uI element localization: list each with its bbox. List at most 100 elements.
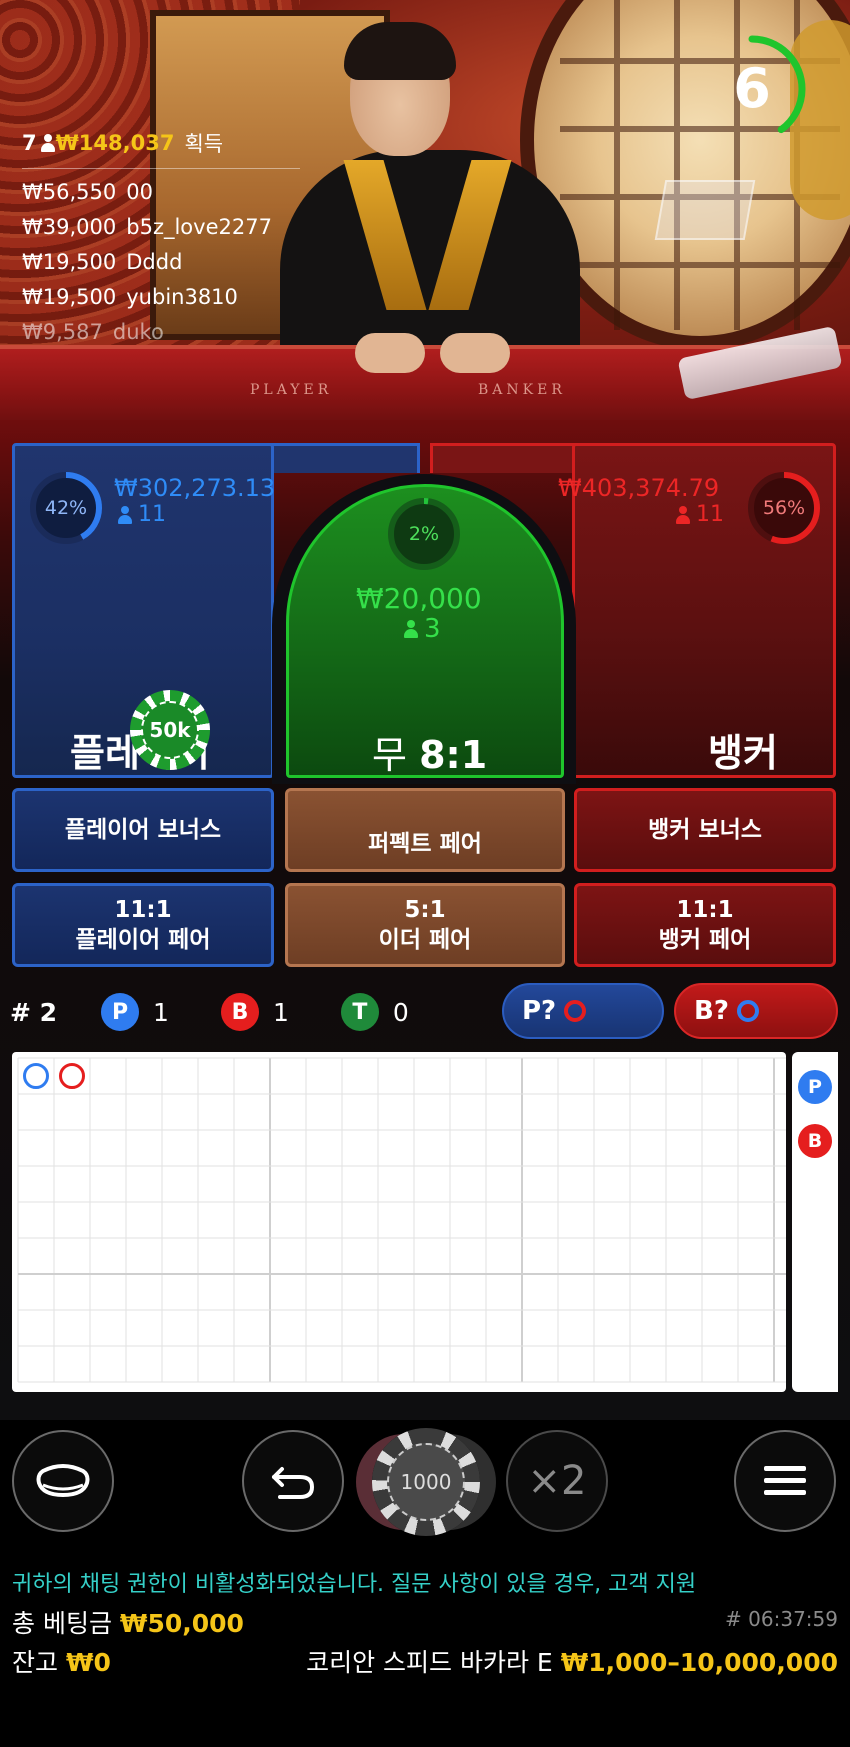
total-bet-label: 총 베팅금 xyxy=(12,1609,112,1638)
balance-label: 잔고 xyxy=(12,1648,59,1677)
winner-row: ₩56,550 00 xyxy=(22,180,302,204)
winners-header: 7 ₩148,037 획득 xyxy=(22,128,300,169)
balance: 잔고 ₩0 xyxy=(12,1643,111,1679)
tie-percent-ring: 2% xyxy=(386,496,462,572)
winner-amount: ₩56,550 xyxy=(22,180,117,204)
tie-total-amount: ₩20,000 xyxy=(356,582,482,615)
person-icon xyxy=(118,505,132,524)
winner-name: Dddd xyxy=(126,250,183,274)
winner-name: 00 xyxy=(126,180,153,204)
round-stats: # 2 P 1 B 1 T 0 xyxy=(10,990,409,1034)
card-holder xyxy=(654,180,756,240)
player-total-amount: ₩302,273.13 xyxy=(114,474,276,502)
winner-amount: ₩39,000 xyxy=(22,215,117,239)
player-win-icon: P xyxy=(101,993,140,1031)
player-circle-icon xyxy=(736,1000,759,1022)
winner-row: ₩19,500 Dddd xyxy=(22,250,302,274)
menu-button[interactable] xyxy=(734,1430,836,1532)
person-icon xyxy=(404,620,418,638)
placed-chip-value: 50k xyxy=(141,701,199,759)
winner-row: ₩39,000 b5z_love2277 xyxy=(22,215,302,239)
banker-count-value: 11 xyxy=(696,502,724,527)
winners-count: 7 xyxy=(22,131,37,155)
dealer-hand-left xyxy=(355,333,425,373)
banker-bonus-button[interactable]: 뱅커 보너스 xyxy=(574,788,836,872)
tie-bettor-count: 3 xyxy=(404,614,441,644)
double-button[interactable]: ×2 xyxy=(506,1430,608,1532)
winner-amount: ₩19,500 xyxy=(22,285,117,309)
banker-pair-odds: 11:1 xyxy=(676,897,734,923)
player-percent: 42% xyxy=(44,497,88,519)
winners-total: ₩148,037 xyxy=(55,131,175,155)
predict-banker-label: B? xyxy=(694,996,729,1026)
tie-percent: 2% xyxy=(408,523,440,545)
tie-count: 0 xyxy=(392,997,409,1027)
winners-list: 7 ₩148,037 획득 ₩56,550 00 ₩39,000 b5z_love2… xyxy=(22,128,302,344)
menu-icon xyxy=(764,1466,806,1495)
table-name: 코리안 스피드 바카라 E xyxy=(306,1648,553,1677)
winner-name: yubin3810 xyxy=(126,285,238,309)
dealer-hand-right xyxy=(440,333,510,373)
banker-percent-ring: 56% xyxy=(746,470,822,546)
undo-icon xyxy=(272,1467,315,1499)
banker-result-marker xyxy=(59,1063,85,1089)
undo-button[interactable] xyxy=(242,1430,344,1532)
player-count-value: 11 xyxy=(138,502,166,527)
tie-count-value: 3 xyxy=(424,614,441,644)
side-road[interactable]: P B xyxy=(792,1052,838,1392)
player-pair-button[interactable]: 11:1 플레이어 페어 xyxy=(12,883,274,967)
player-win-count: 1 xyxy=(153,997,169,1027)
total-bet: 총 베팅금 ₩50,000 xyxy=(12,1604,244,1640)
bead-road[interactable] xyxy=(12,1052,786,1392)
tie-label-text: 무 xyxy=(372,733,407,777)
either-pair-label: 이더 페어 xyxy=(378,927,472,953)
perfect-pair-label: 퍼펙트 페어 xyxy=(368,831,482,857)
predict-banker-button[interactable]: B? xyxy=(674,983,838,1039)
either-pair-button[interactable]: 5:1 이더 페어 xyxy=(285,883,565,967)
banker-win-icon: B xyxy=(220,993,259,1031)
roadmap-grid xyxy=(17,1057,786,1383)
winner-amount: ₩9,587 xyxy=(22,320,103,344)
table-icon xyxy=(36,1464,90,1498)
predict-player-button[interactable]: P? xyxy=(502,983,664,1039)
player-result-marker xyxy=(23,1063,49,1089)
person-icon xyxy=(40,134,55,152)
player-bonus-button[interactable]: 플레이어 보너스 xyxy=(12,788,274,872)
felt-label-banker: BANKER xyxy=(478,382,566,398)
player-percent-ring: 42% xyxy=(28,470,104,546)
felt-label-player: PLAYER xyxy=(250,382,333,398)
banker-percent: 56% xyxy=(762,497,806,519)
total-bet-value: ₩50,000 xyxy=(119,1609,244,1638)
player-bettor-count: 11 xyxy=(118,502,166,527)
predict-player-label: P? xyxy=(522,996,557,1026)
dealer-body xyxy=(280,150,580,370)
winners-suffix: 획득 xyxy=(184,132,224,156)
winner-name: duko xyxy=(112,320,164,344)
either-pair-odds: 5:1 xyxy=(404,897,446,923)
tie-label: 무 8:1 xyxy=(372,724,487,779)
tie-odds: 8:1 xyxy=(419,733,488,777)
winner-name: b5z_love2277 xyxy=(126,215,272,239)
table-info[interactable]: 코리안 스피드 바카라 E ₩1,000–10,000,000 xyxy=(306,1643,838,1679)
placed-chip[interactable]: 50k xyxy=(130,690,210,770)
chip-selector[interactable]: 1000 xyxy=(372,1428,480,1536)
round-timestamp: # 06:37:59 xyxy=(725,1607,838,1631)
side-road-banker: B xyxy=(798,1124,832,1158)
banker-total-amount: ₩403,374.79 xyxy=(558,474,720,502)
table-view-button[interactable] xyxy=(12,1430,114,1532)
banker-win-count: 1 xyxy=(272,997,289,1027)
banker-pair-button[interactable]: 11:1 뱅커 페어 xyxy=(574,883,836,967)
banker-bettor-count: 11 xyxy=(676,502,724,527)
banker-bet-notch xyxy=(430,443,580,473)
winner-row: ₩9,587 duko xyxy=(22,320,302,344)
dealer-hair xyxy=(344,22,456,80)
player-pair-label: 플레이어 페어 xyxy=(75,927,211,953)
player-pair-odds: 11:1 xyxy=(114,897,172,923)
winner-amount: ₩19,500 xyxy=(22,250,117,274)
player-bonus-label: 플레이어 보너스 xyxy=(64,817,222,843)
perfect-pair-button[interactable]: 퍼펙트 페어 xyxy=(285,788,565,872)
round-number: # 2 xyxy=(10,997,58,1027)
banker-pair-label: 뱅커 페어 xyxy=(658,927,752,953)
timer-value: 6 xyxy=(733,57,771,120)
countdown-timer: 6 xyxy=(698,30,818,148)
